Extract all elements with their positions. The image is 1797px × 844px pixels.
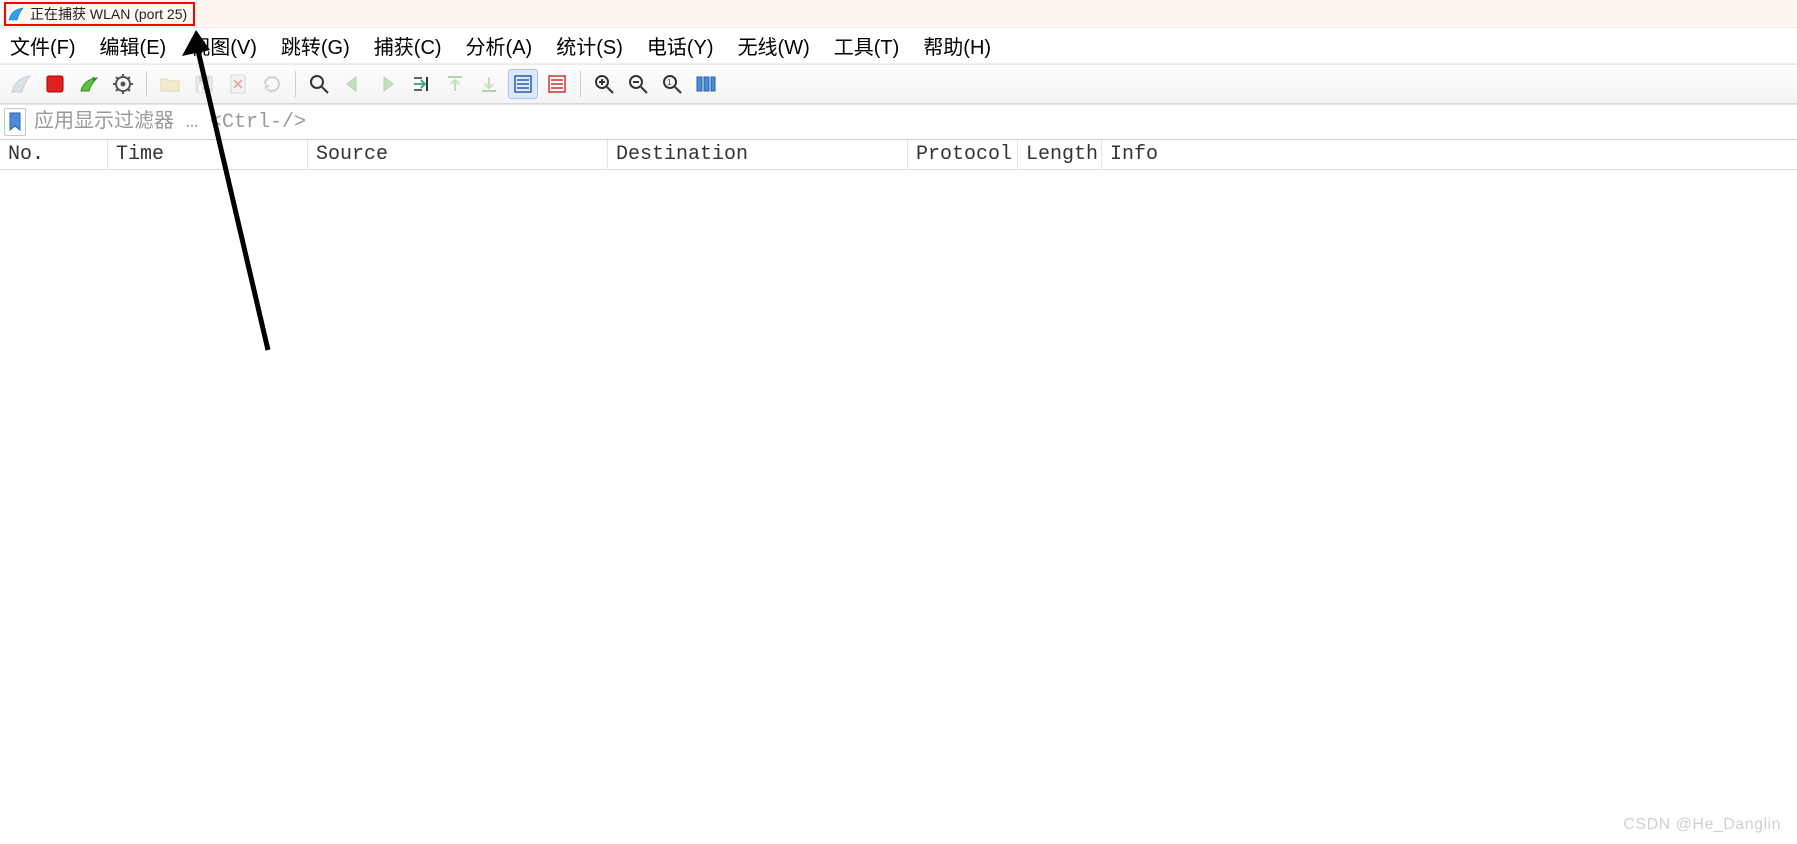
menu-go[interactable]: 跳转(G) [281,31,350,60]
find-packet-button[interactable] [304,69,334,99]
zoom-out-icon [627,73,649,95]
capture-options-button[interactable] [108,69,138,99]
packet-list-area[interactable] [0,170,1797,844]
reload-icon [261,73,283,95]
svg-text:1: 1 [667,78,672,87]
menu-edit[interactable]: 编辑(E) [100,31,167,60]
bookmark-icon [8,112,22,132]
display-filter-input[interactable] [28,107,1793,137]
go-forward-button [372,69,402,99]
start-capture-button [6,69,36,99]
menu-telephony[interactable]: 电话(Y) [647,31,714,60]
go-to-packet-button[interactable] [406,69,436,99]
arrow-down-bar-icon [478,73,500,95]
save-file-button [189,69,219,99]
menu-wireless[interactable]: 无线(W) [738,31,810,60]
toolbar-separator [146,71,147,97]
arrow-up-bar-icon [444,73,466,95]
col-length[interactable]: Length [1018,140,1102,169]
filter-bookmark-button[interactable] [4,108,26,136]
autoscroll-icon [512,73,534,95]
arrow-right-icon [376,73,398,95]
menu-stats[interactable]: 统计(S) [556,31,623,60]
colorize-icon [546,73,568,95]
go-first-packet-button [440,69,470,99]
menu-bar: 文件(F) 编辑(E) 视图(V) 跳转(G) 捕获(C) 分析(A) 统计(S… [0,28,1797,64]
col-source[interactable]: Source [308,140,608,169]
restart-icon [78,73,100,95]
gear-icon [112,73,134,95]
col-no[interactable]: No. [0,140,108,169]
open-file-button [155,69,185,99]
menu-capture[interactable]: 捕获(C) [374,31,442,60]
stop-icon [44,73,66,95]
packet-list-header: No. Time Source Destination Protocol Len… [0,140,1797,170]
watermark-text: CSDN @He_Danglin [1623,816,1781,834]
toolbar-separator [580,71,581,97]
colorize-button[interactable] [542,69,572,99]
reload-file-button [257,69,287,99]
restart-capture-button[interactable] [74,69,104,99]
menu-view[interactable]: 视图(V) [190,31,257,60]
shark-fin-icon [10,73,32,95]
zoom-in-icon [593,73,615,95]
menu-file[interactable]: 文件(F) [10,31,76,60]
go-back-button [338,69,368,99]
display-filter-bar [0,104,1797,140]
toolbar-separator [295,71,296,97]
col-info[interactable]: Info [1102,140,1797,169]
close-file-button [223,69,253,99]
arrow-left-icon [342,73,364,95]
close-file-icon [227,73,249,95]
zoom-in-button[interactable] [589,69,619,99]
goto-icon [410,73,432,95]
zoom-reset-icon: 1 [661,73,683,95]
folder-open-icon [159,73,181,95]
wireshark-icon [8,6,24,22]
toolbar: 1 [0,64,1797,104]
stop-capture-button[interactable] [40,69,70,99]
auto-scroll-button[interactable] [508,69,538,99]
zoom-out-button[interactable] [623,69,653,99]
title-bar: 正在捕获 WLAN (port 25) [0,0,1797,28]
resize-columns-icon [695,73,717,95]
window-title: 正在捕获 WLAN (port 25) [30,4,187,24]
zoom-reset-button[interactable]: 1 [657,69,687,99]
menu-analyze[interactable]: 分析(A) [466,31,533,60]
search-icon [308,73,330,95]
resize-columns-button[interactable] [691,69,721,99]
col-dest[interactable]: Destination [608,140,908,169]
save-icon [193,73,215,95]
go-last-packet-button [474,69,504,99]
col-protocol[interactable]: Protocol [908,140,1018,169]
menu-help[interactable]: 帮助(H) [923,31,991,60]
title-highlight-box: 正在捕获 WLAN (port 25) [4,2,195,26]
col-time[interactable]: Time [108,140,308,169]
menu-tools[interactable]: 工具(T) [834,31,900,60]
